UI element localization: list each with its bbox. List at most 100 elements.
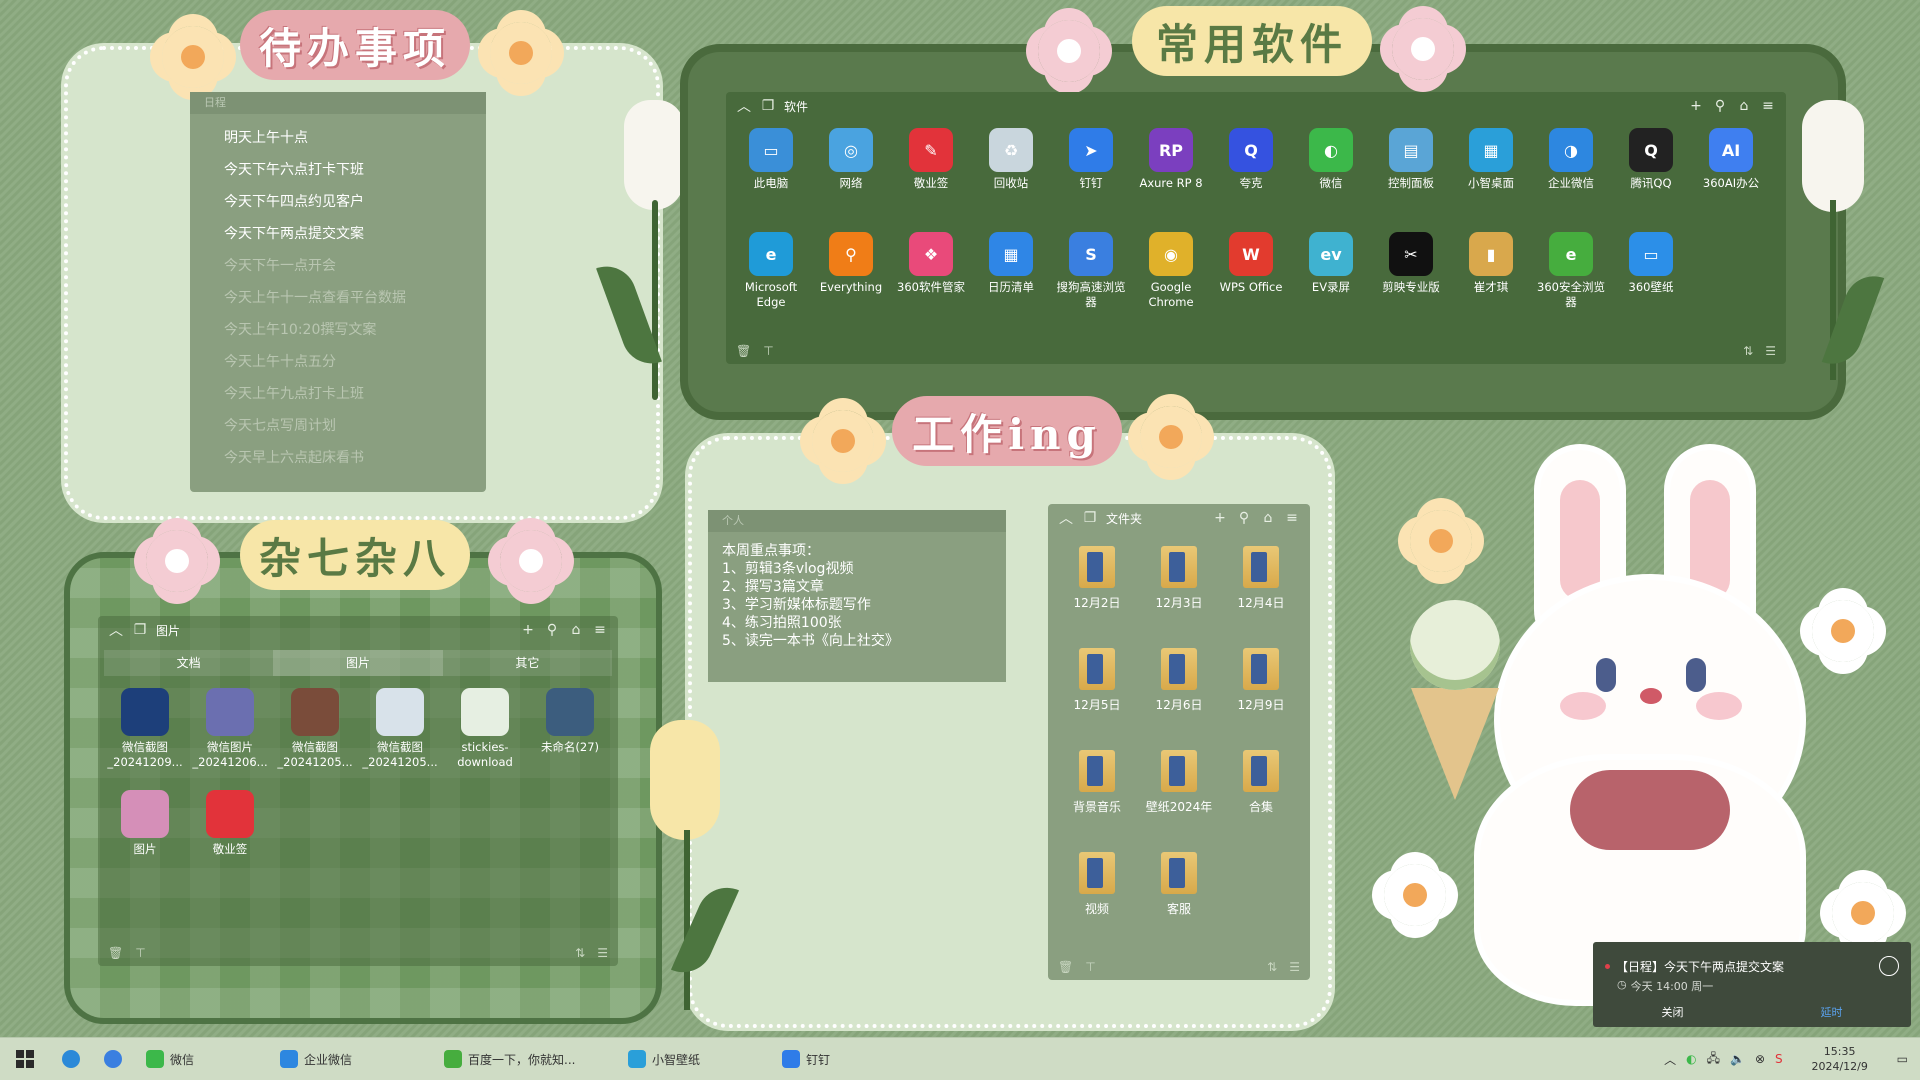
folder-item[interactable]: 12月4日 bbox=[1226, 546, 1296, 611]
toast-delay-button[interactable]: 延时 bbox=[1752, 1004, 1911, 1020]
app-shortcut[interactable]: ▤ 控制面板 bbox=[1372, 128, 1450, 191]
todo-item[interactable]: 今天上午九点打卡上班 bbox=[190, 378, 486, 410]
app-shortcut[interactable]: S 搜狗高速浏览器 bbox=[1052, 232, 1130, 310]
folder-item[interactable]: 壁纸2024年 bbox=[1144, 750, 1214, 815]
app-shortcut[interactable]: ✂ 剪映专业版 bbox=[1372, 232, 1450, 295]
file-item[interactable]: stickies- download bbox=[444, 688, 526, 770]
app-shortcut[interactable]: ◉ Google Chrome bbox=[1132, 232, 1210, 310]
file-item[interactable]: 图片 bbox=[104, 790, 186, 857]
app-shortcut[interactable]: ▭ 此电脑 bbox=[732, 128, 810, 191]
list-icon[interactable]: ☰ bbox=[1765, 344, 1776, 358]
app-shortcut[interactable]: ◐ 微信 bbox=[1292, 128, 1370, 191]
taskbar-sogou[interactable] bbox=[92, 1038, 134, 1080]
sort-icon[interactable]: ⇅ bbox=[575, 946, 585, 960]
app-shortcut[interactable]: ⚲ Everything bbox=[812, 232, 890, 295]
clear-icon[interactable]: ⌂ bbox=[568, 622, 584, 638]
app-shortcut[interactable]: W WPS Office bbox=[1212, 232, 1290, 295]
app-shortcut[interactable]: ▦ 小智桌面 bbox=[1452, 128, 1530, 191]
trash-icon[interactable]: 🗑 bbox=[1058, 960, 1073, 974]
trash-icon[interactable]: 🗑 bbox=[108, 946, 123, 960]
list-icon[interactable]: ☰ bbox=[597, 946, 608, 960]
todo-item[interactable]: 今天上午10:20撰写文案 bbox=[190, 314, 486, 346]
collapse-icon[interactable]: ︿ bbox=[1058, 508, 1074, 528]
folder-item[interactable]: 客服 bbox=[1144, 852, 1214, 917]
file-item[interactable]: 未命名(27) bbox=[529, 688, 611, 755]
app-shortcut[interactable]: ▭ 360壁纸 bbox=[1612, 232, 1690, 295]
app-shortcut[interactable]: e Microsoft Edge bbox=[732, 232, 810, 310]
list-icon[interactable]: ☰ bbox=[1289, 960, 1300, 974]
input-icon[interactable]: ⊗ bbox=[1755, 1052, 1765, 1066]
add-icon[interactable]: + bbox=[520, 622, 536, 638]
folder-item[interactable]: 视频 bbox=[1062, 852, 1132, 917]
network-icon[interactable]: 🖧 bbox=[1707, 1049, 1720, 1070]
file-item[interactable]: 微信截图 _20241209... bbox=[104, 688, 186, 770]
notification-center[interactable]: ▭ bbox=[1885, 1038, 1920, 1080]
app-shortcut[interactable]: ✎ 敬业签 bbox=[892, 128, 970, 191]
folder-item[interactable]: 合集 bbox=[1226, 750, 1296, 815]
search-icon[interactable]: ⚲ bbox=[1236, 510, 1252, 526]
add-icon[interactable]: + bbox=[1688, 98, 1704, 114]
file-item[interactable]: 敬业签 bbox=[189, 790, 271, 857]
pin-icon[interactable]: ⊤ bbox=[1085, 960, 1095, 974]
search-icon[interactable]: ⚲ bbox=[544, 622, 560, 638]
app-shortcut[interactable]: ◎ 网络 bbox=[812, 128, 890, 191]
taskbar-app[interactable]: 微信 bbox=[134, 1038, 268, 1080]
folder-item[interactable]: 12月3日 bbox=[1144, 546, 1214, 611]
system-tray[interactable]: ︿ ◐ 🖧 🔈 ⊗ S bbox=[1652, 1038, 1795, 1080]
taskbar-app[interactable]: 小智壁纸 bbox=[616, 1038, 770, 1080]
sort-icon[interactable]: ⇅ bbox=[1743, 344, 1753, 358]
app-shortcut[interactable]: ev EV录屏 bbox=[1292, 232, 1370, 295]
file-item[interactable]: 微信图片 _20241206... bbox=[189, 688, 271, 770]
trash-icon[interactable]: 🗑 bbox=[736, 344, 751, 358]
file-item[interactable]: 微信截图 _20241205... bbox=[359, 688, 441, 770]
folder-item[interactable]: 12月2日 bbox=[1062, 546, 1132, 611]
toast-close-button[interactable]: 关闭 bbox=[1593, 1004, 1752, 1020]
clear-icon[interactable]: ⌂ bbox=[1260, 510, 1276, 526]
folder-item[interactable]: 背景音乐 bbox=[1062, 750, 1132, 815]
collapse-icon[interactable]: ︿ bbox=[108, 620, 124, 640]
tab-2[interactable]: 其它 bbox=[442, 650, 612, 676]
taskbar-app[interactable]: 企业微信 bbox=[268, 1038, 432, 1080]
app-shortcut[interactable]: ▦ 日历清单 bbox=[972, 232, 1050, 295]
folder-item[interactable]: 12月9日 bbox=[1226, 648, 1296, 713]
search-icon[interactable]: ⚲ bbox=[1712, 98, 1728, 114]
menu-icon[interactable]: ≡ bbox=[592, 622, 608, 638]
todo-item[interactable]: 今天上午十点五分 bbox=[190, 346, 486, 378]
menu-icon[interactable]: ≡ bbox=[1284, 510, 1300, 526]
sort-icon[interactable]: ⇅ bbox=[1267, 960, 1277, 974]
chevron-up-icon[interactable]: ︿ bbox=[1664, 1051, 1676, 1068]
sticky-note[interactable]: 个人 本周重点事项： 1、剪辑3条vlog视频 2、撰写3篇文章 3、学习新媒体… bbox=[708, 510, 1006, 682]
todo-item[interactable]: 今天早上六点起床看书 bbox=[190, 442, 486, 474]
todo-item[interactable]: 今天下午四点约见客户 bbox=[190, 186, 486, 218]
todo-item[interactable]: 今天下午一点开会 bbox=[190, 250, 486, 282]
app-shortcut[interactable]: ◑ 企业微信 bbox=[1532, 128, 1610, 191]
app-shortcut[interactable]: e 360安全浏览器 bbox=[1532, 232, 1610, 310]
todo-item[interactable]: 今天下午六点打卡下班 bbox=[190, 154, 486, 186]
app-shortcut[interactable]: AI 360AI办公 bbox=[1692, 128, 1770, 191]
taskbar-app[interactable]: 钉钉 bbox=[770, 1038, 904, 1080]
todo-item[interactable]: 今天上午十一点查看平台数据 bbox=[190, 282, 486, 314]
start-button[interactable] bbox=[0, 1038, 50, 1080]
add-icon[interactable]: + bbox=[1212, 510, 1228, 526]
todo-item[interactable]: 今天下午两点提交文案 bbox=[190, 218, 486, 250]
volume-icon[interactable]: 🔈 bbox=[1730, 1052, 1745, 1066]
circle-icon[interactable] bbox=[1879, 956, 1899, 976]
app-shortcut[interactable]: ➤ 钉钉 bbox=[1052, 128, 1130, 191]
wechat-tray-icon[interactable]: ◐ bbox=[1686, 1052, 1696, 1066]
clock[interactable]: 15:35 2024/12/9 bbox=[1795, 1044, 1885, 1074]
taskbar-app[interactable]: 百度一下，你就知... bbox=[432, 1038, 616, 1080]
app-shortcut[interactable]: ♻ 回收站 bbox=[972, 128, 1050, 191]
file-item[interactable]: 微信截图 _20241205... bbox=[274, 688, 356, 770]
tab-0[interactable]: 文档 bbox=[104, 650, 274, 676]
app-shortcut[interactable]: Q 夸克 bbox=[1212, 128, 1290, 191]
notification-toast[interactable]: 【日程】今天下午两点提交文案 ◷ 今天 14:00 周一 关闭 延时 bbox=[1593, 942, 1911, 1027]
taskbar-ie[interactable] bbox=[50, 1038, 92, 1080]
pin-icon[interactable]: ⊤ bbox=[763, 344, 773, 358]
todo-item[interactable]: 明天上午十点 bbox=[190, 122, 486, 154]
menu-icon[interactable]: ≡ bbox=[1760, 98, 1776, 114]
clear-icon[interactable]: ⌂ bbox=[1736, 98, 1752, 114]
note-body[interactable]: 本周重点事项： 1、剪辑3条vlog视频 2、撰写3篇文章 3、学习新媒体标题写… bbox=[708, 532, 1006, 660]
folder-item[interactable]: 12月5日 bbox=[1062, 648, 1132, 713]
sogou-ime-icon[interactable]: S bbox=[1775, 1052, 1783, 1066]
pin-icon[interactable]: ⊤ bbox=[135, 946, 145, 960]
